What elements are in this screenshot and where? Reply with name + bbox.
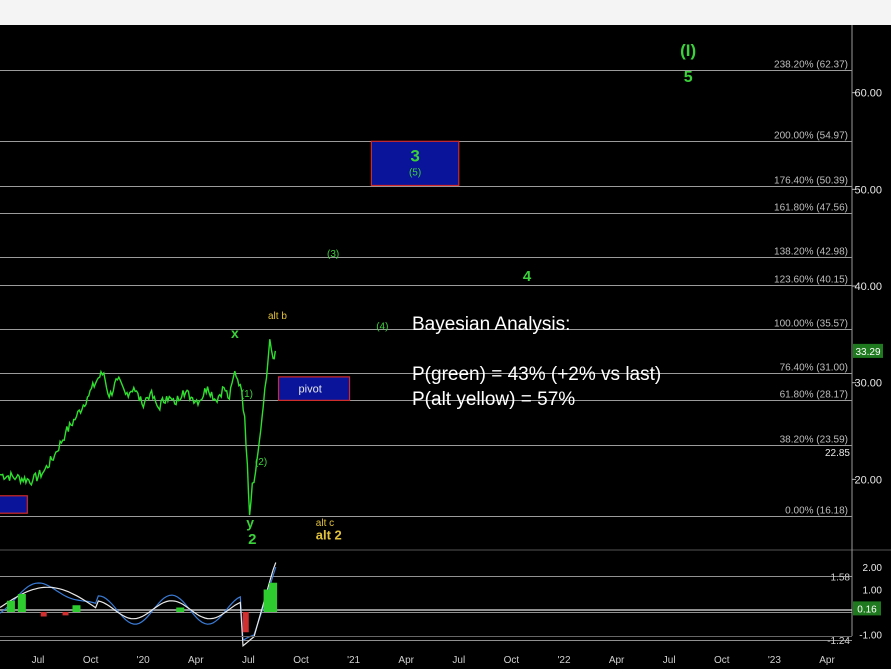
top-strip (0, 0, 891, 25)
fib-label: 0.00% (16.18) (785, 506, 848, 517)
histogram-bar-negative (62, 612, 69, 616)
fib-label: 200.00% (54.97) (774, 131, 848, 142)
time-tick: Apr (188, 655, 204, 666)
time-tick: Jul (242, 655, 255, 666)
price-tick: 40.00 (854, 281, 882, 293)
histogram-bar-negative (242, 612, 249, 633)
bayesian-annotation: Bayesian Analysis: P(green) = 43% (+2% v… (412, 312, 661, 412)
fib-label: 61.80% (28.17) (780, 390, 848, 401)
box-label-pivot: pivot (299, 384, 322, 396)
wave-label: (I) (680, 41, 696, 60)
histogram-bar-positive (176, 607, 185, 612)
box-wave-label: 3 (410, 146, 419, 165)
histogram-bar-positive (6, 600, 15, 612)
wave-label: 2 (248, 531, 256, 548)
fib-label: 100.00% (35.57) (774, 319, 848, 330)
annotation-heading: Bayesian Analysis: (412, 314, 571, 335)
wave-label: alt 2 (316, 527, 342, 542)
wave-label: (4) (376, 322, 388, 333)
fib-label: 176.40% (50.39) (774, 176, 848, 187)
wave-label: (1) (241, 389, 253, 400)
annotation-line-green: P(green) = 43% (+2% vs last) (412, 364, 662, 385)
fib-label: 238.20% (62.37) (774, 60, 848, 71)
histogram-bar-positive (17, 594, 26, 612)
time-tick: Jul (32, 655, 45, 666)
annotation-spacer (412, 337, 661, 362)
time-tick: Oct (83, 655, 99, 666)
time-tick: Jul (663, 655, 676, 666)
histogram-bar-negative (40, 612, 47, 617)
wave-label: x (231, 325, 239, 341)
indicator-level-label: -1.24 (827, 636, 850, 647)
wave-label: (3) (327, 249, 339, 260)
time-tick: Oct (714, 655, 730, 666)
time-tick: Apr (819, 655, 835, 666)
indicator-value-label: 0.16 (857, 604, 877, 615)
indicator-tick: -1.00 (859, 631, 882, 642)
last-price-label: 33.29 (855, 347, 880, 358)
indicator-tick: 1.00 (863, 586, 883, 597)
indicator-level-label: 1.58 (831, 572, 851, 583)
time-tick: Apr (398, 655, 414, 666)
time-tick: Jul (452, 655, 465, 666)
price-tick: 20.00 (854, 474, 882, 486)
wave-label: 5 (684, 69, 693, 86)
fib-label: 76.40% (31.00) (780, 363, 848, 374)
fib-label: 161.80% (47.56) (774, 203, 848, 214)
time-tick: '21 (347, 655, 360, 666)
time-tick: Oct (504, 655, 520, 666)
price-tick: 30.00 (854, 378, 882, 390)
level-label-22-85: 22.85 (825, 448, 850, 459)
fib-label: 123.60% (40.15) (774, 275, 848, 286)
price-tick: 50.00 (854, 184, 882, 196)
time-tick: Apr (609, 655, 625, 666)
fib-label: 38.20% (23.59) (780, 435, 848, 446)
histogram-bar-positive (269, 582, 278, 612)
time-tick: '20 (137, 655, 150, 666)
time-tick: '23 (768, 655, 781, 666)
target-box (0, 495, 28, 514)
annotation-line-yellow: P(alt yellow) = 57% (412, 389, 576, 410)
wave-label: 4 (523, 268, 532, 285)
wave-label: y (246, 515, 254, 531)
price-tick: 60.00 (854, 88, 882, 100)
top-bar (0, 0, 891, 25)
histogram-bar-positive (72, 605, 81, 612)
wave-label: (2) (255, 457, 267, 468)
box-wave-sublabel: (5) (409, 167, 421, 178)
time-tick: '22 (557, 655, 570, 666)
wave-label: alt b (268, 311, 287, 322)
indicator-tick: 2.00 (863, 563, 883, 574)
fib-label: 138.20% (42.98) (774, 247, 848, 258)
time-tick: Oct (293, 655, 309, 666)
